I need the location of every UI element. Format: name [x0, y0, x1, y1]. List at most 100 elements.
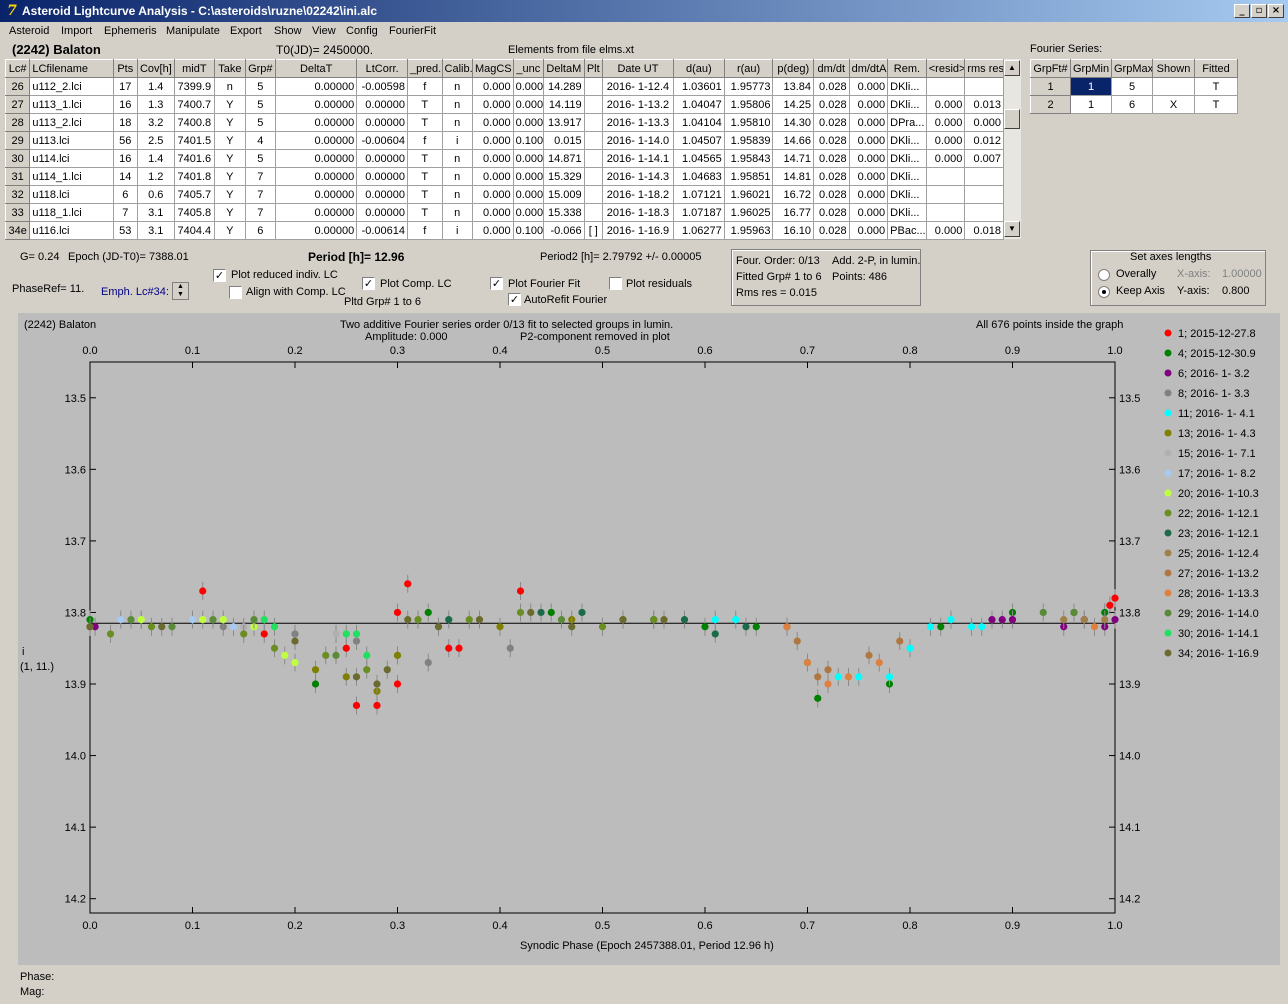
table-cell[interactable]: 0.000 — [512, 113, 545, 132]
table-cell[interactable]: 7401.8 — [173, 167, 216, 186]
table-cell[interactable]: 0.000 — [925, 149, 966, 168]
table-row[interactable]: 34e u116.lci 53 3.1 7404.4 Y 6 0.00000 -0.00614 f… — [4, 221, 1004, 240]
table-cell[interactable]: 2016- 1-14.3 — [601, 167, 674, 186]
table-cell[interactable]: i — [441, 221, 473, 240]
table-cell[interactable]: -0.00598 — [356, 77, 408, 96]
table-cell[interactable]: 0.000 — [512, 77, 545, 96]
table-cell[interactable]: T — [407, 185, 443, 204]
table-cell[interactable]: 1.07187 — [672, 203, 725, 222]
table-cell[interactable]: Y — [214, 95, 246, 114]
table-cell[interactable] — [925, 203, 966, 222]
menu-export[interactable]: Export — [230, 25, 262, 37]
table-cell[interactable]: 3.1 — [136, 221, 175, 240]
table-cell[interactable]: DPra... — [887, 113, 927, 132]
table-cell[interactable]: u112_2.lci — [29, 77, 114, 96]
table-cell[interactable]: 0.000 — [848, 77, 889, 96]
table-cell[interactable]: 0.00000 — [356, 113, 408, 132]
table-cell[interactable]: f — [407, 221, 443, 240]
table-row[interactable]: 32 u118.lci 6 0.6 7405.7 Y 7 0.00000 0.00000 Tn 0.… — [4, 185, 1004, 204]
table-cell[interactable]: 14 — [112, 167, 138, 186]
table-cell[interactable]: DKli... — [887, 185, 927, 204]
table-cell[interactable]: 1.95851 — [723, 167, 774, 186]
table-cell[interactable]: 16.72 — [772, 185, 815, 204]
keep-axis-radio[interactable] — [1098, 286, 1110, 298]
table-row[interactable]: 27 u113_1.lci 16 1.3 7400.7 Y 5 0.00000 0.00000 T… — [4, 95, 1004, 114]
table-cell[interactable]: 1.2 — [136, 167, 175, 186]
close-button[interactable]: × — [1268, 4, 1284, 18]
column-header[interactable]: dm/dtA — [848, 59, 889, 78]
column-header[interactable]: Pts — [112, 59, 138, 78]
table-cell[interactable]: 0.018 — [964, 221, 1004, 240]
table-cell[interactable]: 0.028 — [813, 167, 850, 186]
table-cell[interactable]: 1.95806 — [723, 95, 774, 114]
table-cell[interactable]: 0.00000 — [356, 203, 408, 222]
table-cell[interactable]: 0.015 — [543, 131, 585, 150]
table-cell[interactable]: 0.00000 — [275, 203, 358, 222]
table-cell[interactable]: f — [407, 131, 443, 150]
table-cell[interactable]: n — [441, 149, 473, 168]
table-cell[interactable]: 1.4 — [136, 149, 175, 168]
row-header[interactable]: 31 — [4, 167, 31, 186]
row-header[interactable]: 29 — [4, 131, 31, 150]
fourier-cell[interactable]: T — [1194, 77, 1238, 96]
table-cell[interactable]: u114.lci — [29, 149, 114, 168]
table-cell[interactable]: n — [441, 185, 473, 204]
table-cell[interactable]: 0.007 — [964, 149, 1004, 168]
column-header[interactable]: LCfilename — [29, 59, 114, 78]
table-cell[interactable]: 7404.4 — [173, 221, 216, 240]
table-cell[interactable]: 0.028 — [813, 77, 850, 96]
table-cell[interactable]: Y — [214, 149, 246, 168]
column-header[interactable]: dm/dt — [813, 59, 850, 78]
table-cell[interactable]: 0.000 — [471, 77, 514, 96]
fourier-column-header[interactable]: GrpMax — [1111, 59, 1153, 78]
column-header[interactable]: Take — [214, 59, 246, 78]
fourier-cell[interactable]: 6 — [1111, 95, 1153, 114]
table-cell[interactable]: 7 — [244, 185, 277, 204]
table-cell[interactable]: DKli... — [887, 95, 927, 114]
table-cell[interactable] — [583, 203, 603, 222]
table-cell[interactable]: 0.00000 — [356, 149, 408, 168]
table-cell[interactable]: 15.329 — [543, 167, 585, 186]
table-cell[interactable]: T — [407, 95, 443, 114]
table-cell[interactable]: [ ] — [583, 221, 603, 240]
column-header[interactable]: p(deg) — [772, 59, 815, 78]
table-cell[interactable] — [964, 167, 1004, 186]
table-cell[interactable]: 5 — [244, 113, 277, 132]
table-cell[interactable]: 53 — [112, 221, 138, 240]
table-cell[interactable]: 0.000 — [471, 167, 514, 186]
table-cell[interactable]: 0.00000 — [275, 77, 358, 96]
table-row[interactable]: 33 u118_1.lci 7 3.1 7405.8 Y 7 0.00000 0.00000 Tn… — [4, 203, 1004, 222]
fourier-cell[interactable]: 1 — [1070, 95, 1112, 114]
table-cell[interactable]: u118_1.lci — [29, 203, 114, 222]
table-cell[interactable]: 7400.8 — [173, 113, 216, 132]
menu-show[interactable]: Show — [274, 25, 302, 37]
menu-view[interactable]: View — [312, 25, 336, 37]
table-row[interactable]: 28 u113_2.lci 18 3.2 7400.8 Y 5 0.00000 0.00000 T… — [4, 113, 1004, 132]
maximize-button[interactable]: ▫ — [1251, 4, 1267, 18]
table-cell[interactable]: 0.012 — [964, 131, 1004, 150]
minimize-button[interactable]: _ — [1234, 4, 1250, 18]
table-row[interactable]: 29 u113.lci 56 2.5 7401.5 Y 4 0.00000 -0.00604 f i… — [4, 131, 1004, 150]
table-cell[interactable]: 0.00000 — [356, 185, 408, 204]
lightcurve-plot-panel[interactable]: (2242) Balaton Two additive Fourier seri… — [18, 313, 1280, 965]
window-title-bar[interactable]: 7 Asteroid Lightcurve Analysis - C:\aste… — [0, 0, 1288, 22]
column-header[interactable]: _unc — [512, 59, 545, 78]
table-cell[interactable]: 16.77 — [772, 203, 815, 222]
table-cell[interactable] — [583, 185, 603, 204]
table-cell[interactable]: -0.00614 — [356, 221, 408, 240]
table-cell[interactable]: 7405.8 — [173, 203, 216, 222]
table-cell[interactable]: 0.000 — [471, 113, 514, 132]
table-cell[interactable]: 0.000 — [512, 203, 545, 222]
table-cell[interactable]: 1.04565 — [672, 149, 725, 168]
table-cell[interactable]: 0.000 — [848, 203, 889, 222]
table-cell[interactable]: DKli... — [887, 149, 927, 168]
table-cell[interactable]: Y — [214, 203, 246, 222]
table-cell[interactable]: n — [214, 77, 246, 96]
table-cell[interactable]: 0.013 — [964, 95, 1004, 114]
fourier-row-header[interactable]: 1 — [1030, 77, 1071, 96]
table-cell[interactable]: DKli... — [887, 167, 927, 186]
table-cell[interactable]: 2016- 1-16.9 — [601, 221, 674, 240]
table-cell[interactable]: 0.00000 — [275, 149, 358, 168]
scroll-down-arrow-icon[interactable]: ▼ — [1004, 221, 1020, 237]
table-cell[interactable] — [925, 77, 966, 96]
